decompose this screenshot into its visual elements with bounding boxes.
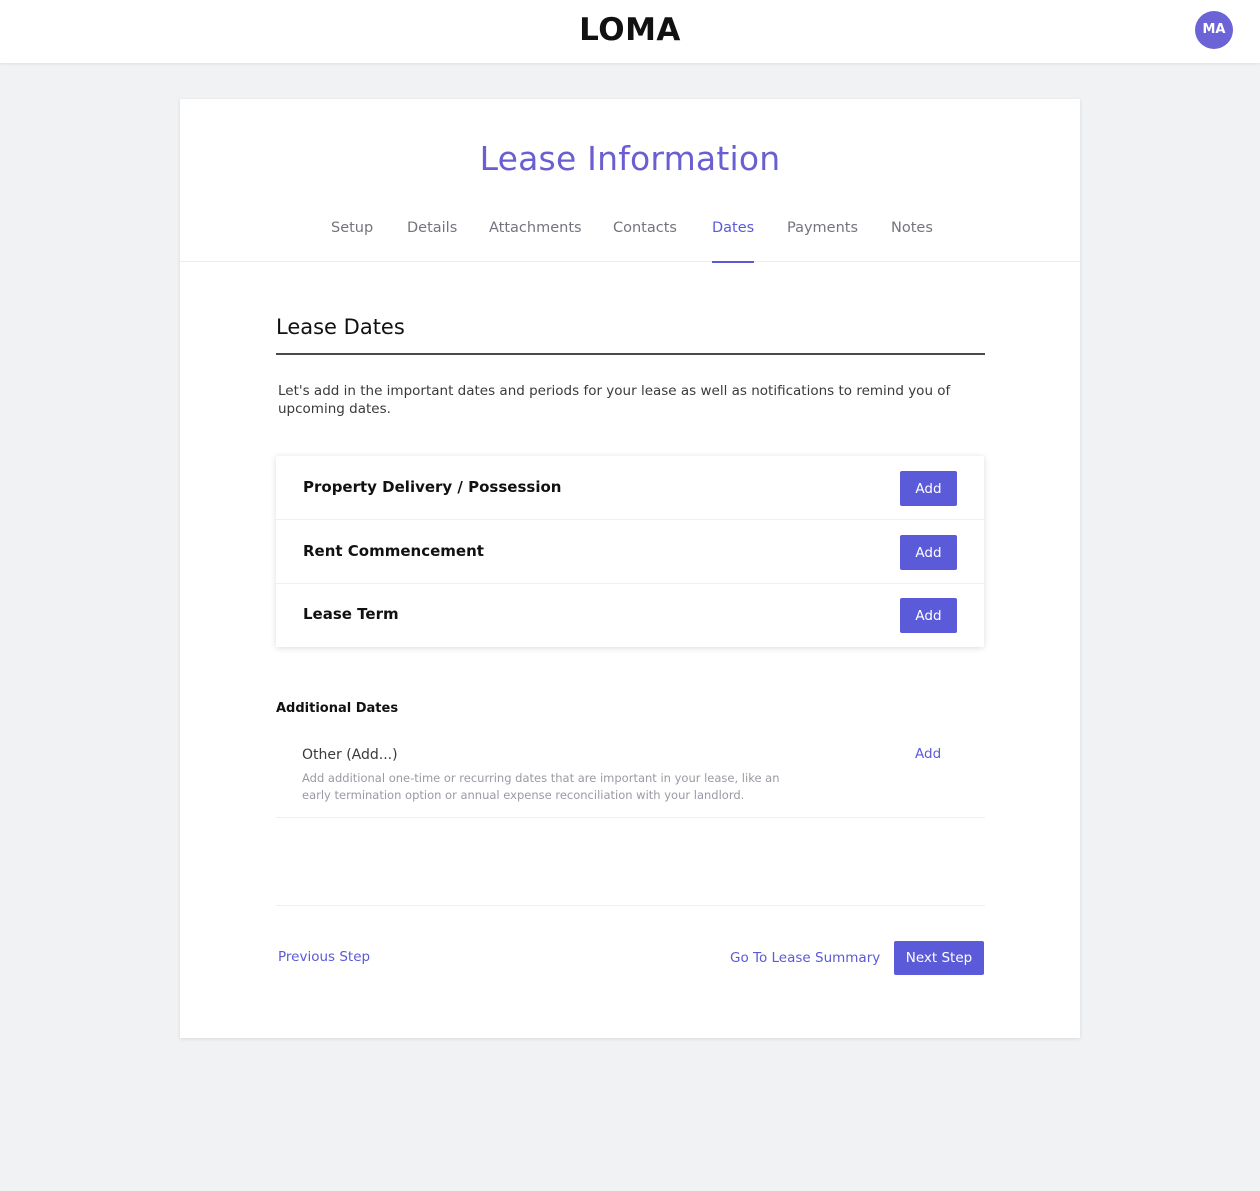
date-row-rent-commencement: Rent Commencement Add (276, 520, 984, 584)
add-other-date-link[interactable]: Add (915, 746, 941, 762)
tab-details[interactable]: Details (407, 220, 457, 262)
date-row-lease-term: Lease Term Add (276, 583, 984, 647)
tab-attachments[interactable]: Attachments (489, 220, 582, 262)
tab-bar: Setup Details Attachments Contacts Dates… (180, 217, 1080, 263)
top-bar: LOMA MA (0, 0, 1260, 63)
add-lease-term-button[interactable]: Add (900, 598, 957, 633)
intro-text: Let's add in the important dates and per… (278, 383, 951, 417)
app-logo[interactable]: LOMA (0, 12, 1260, 48)
page-title: Lease Information (479, 139, 781, 178)
tab-dates[interactable]: Dates (712, 220, 755, 263)
additional-dates-title: Additional Dates (276, 701, 399, 716)
date-label: Property Delivery / Possession (303, 478, 562, 496)
divider (276, 817, 985, 818)
date-row-property-delivery: Property Delivery / Possession Add (276, 456, 984, 520)
date-label: Rent Commencement (303, 542, 484, 560)
tab-setup[interactable]: Setup (331, 220, 373, 262)
section-title: Lease Dates (276, 315, 405, 339)
add-rent-commencement-button[interactable]: Add (900, 535, 957, 570)
footer-divider (276, 905, 985, 906)
tab-notes[interactable]: Notes (891, 220, 933, 262)
add-property-delivery-button[interactable]: Add (900, 471, 957, 506)
next-step-button[interactable]: Next Step (894, 941, 984, 975)
section-divider (276, 353, 985, 355)
lease-dates-list: Property Delivery / Possession Add Rent … (276, 456, 984, 647)
lease-summary-link[interactable]: Go To Lease Summary (730, 950, 880, 966)
lease-card: Lease Information Setup Details Attachme… (180, 99, 1080, 1038)
tab-contacts[interactable]: Contacts (613, 220, 677, 262)
previous-step-link[interactable]: Previous Step (278, 949, 370, 965)
date-label: Lease Term (303, 605, 399, 623)
other-date-description: Add additional one-time or recurring dat… (302, 771, 780, 802)
user-avatar[interactable]: MA (1195, 11, 1233, 49)
other-date-label: Other (Add...) (302, 747, 398, 763)
tab-payments[interactable]: Payments (787, 220, 858, 262)
